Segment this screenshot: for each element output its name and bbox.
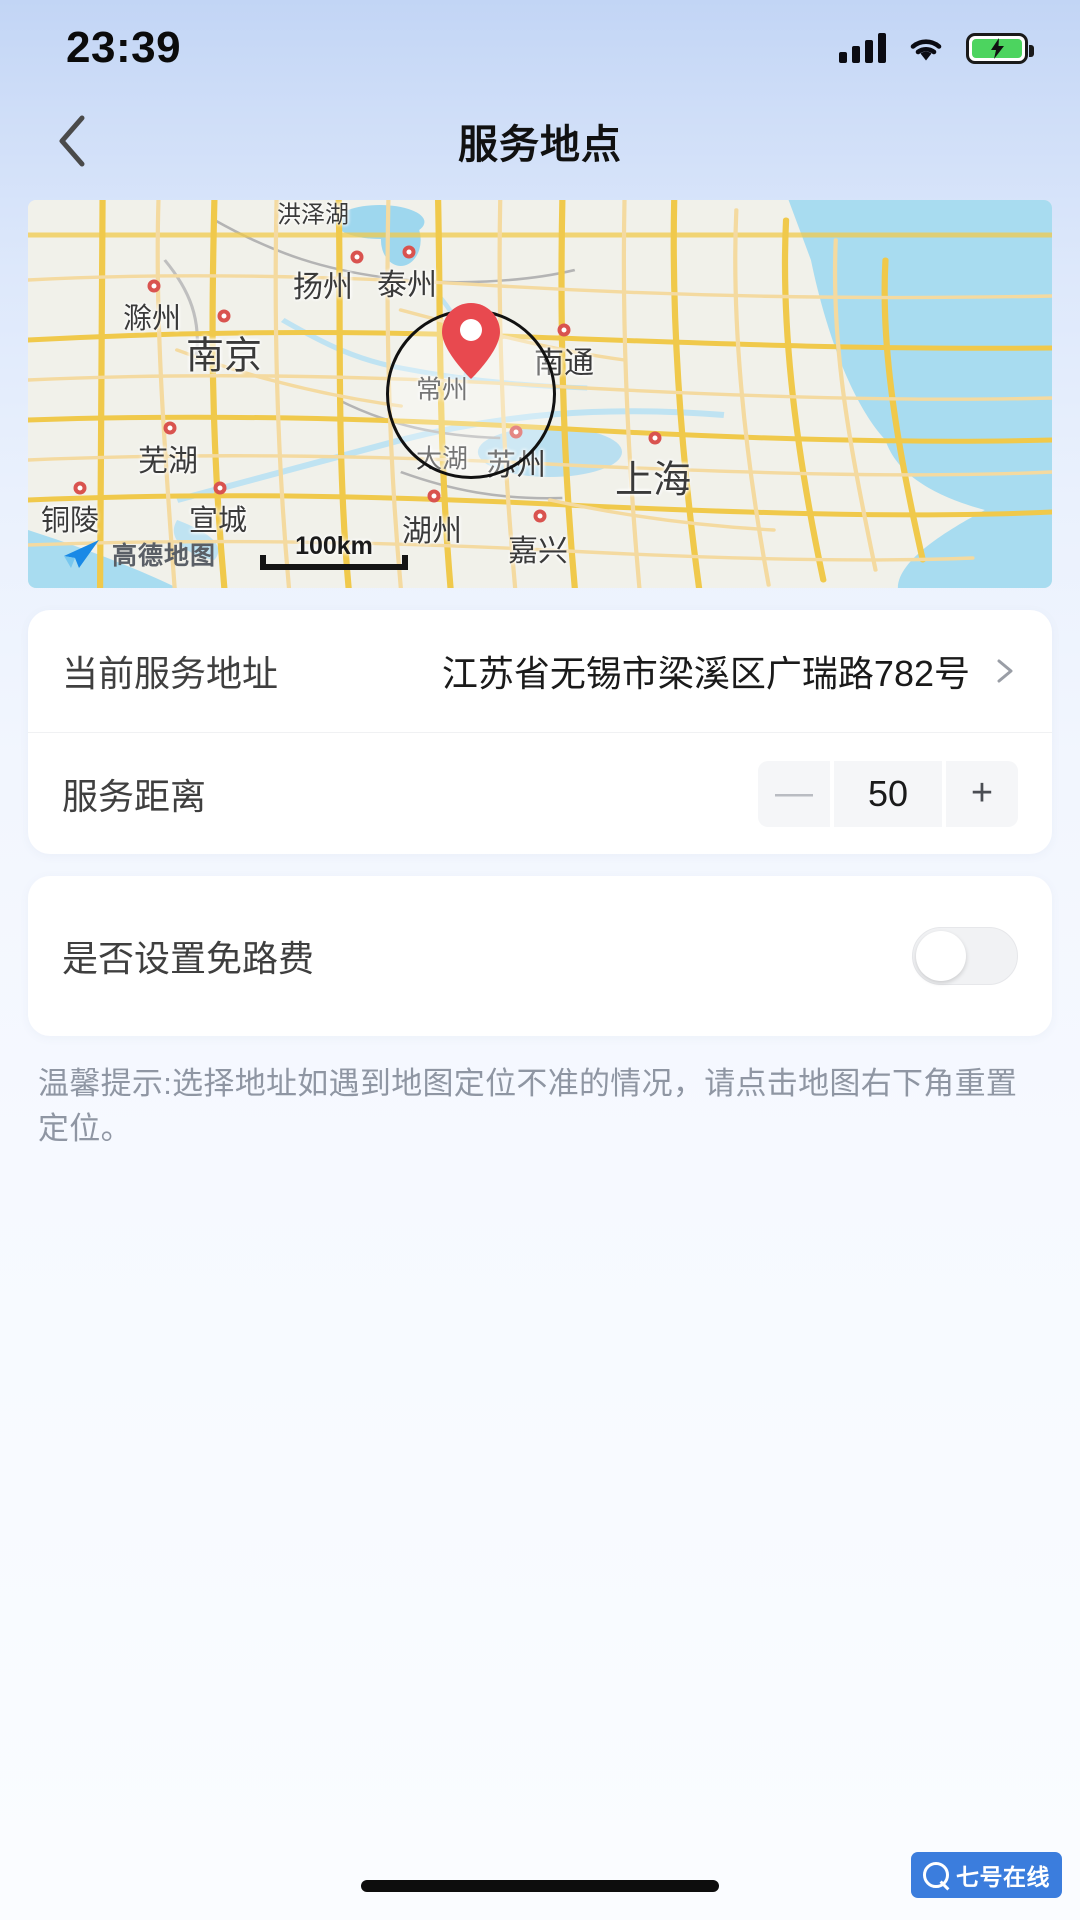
map-city-dot: [73, 481, 87, 495]
navigation-bar: 服务地点: [0, 96, 1080, 186]
current-address-value: 江苏省无锡市梁溪区广瑞路782号: [441, 653, 970, 694]
watermark-text: 七号在线: [956, 1865, 1050, 1891]
map-city-dot: [147, 279, 161, 293]
map-city-dot: [427, 489, 441, 503]
map-city-label: 扬州: [293, 270, 353, 305]
signal-bars-icon: [839, 33, 886, 63]
toll-free-card: 是否设置免路费: [28, 876, 1052, 1036]
map-city-dot: [648, 431, 662, 445]
toggle-knob: [916, 931, 966, 981]
status-bar-icons: [839, 32, 1034, 64]
toll-free-label: 是否设置免路费: [62, 938, 315, 979]
toll-free-row: 是否设置免路费: [28, 876, 1052, 1036]
toll-free-toggle[interactable]: [912, 927, 1018, 985]
distance-stepper: — 50 +: [758, 760, 1018, 827]
amap-arrow-logo-icon: [64, 540, 99, 568]
map-city-label: 泰州: [377, 268, 437, 303]
map-city-label: 铜陵: [40, 503, 100, 537]
current-address-row[interactable]: 当前服务地址 江苏省无锡市梁溪区广瑞路782号: [28, 610, 1052, 732]
status-bar: 23:39: [0, 0, 1080, 96]
map-city-dot: [217, 309, 231, 323]
search-badge-icon: [923, 1862, 949, 1888]
map-city-label: 滁州: [122, 301, 182, 335]
map-city-label: 南京: [185, 333, 263, 378]
location-pin-icon: [440, 301, 502, 386]
map-scale-line: [260, 555, 408, 570]
chevron-right-icon: [997, 659, 1013, 683]
watermark: 七号在线: [911, 1852, 1062, 1898]
distance-value[interactable]: 50: [834, 760, 942, 827]
battery-charging-icon: [966, 32, 1034, 64]
service-settings-card: 当前服务地址 江苏省无锡市梁溪区广瑞路782号 服务距离 — 50 +: [28, 610, 1052, 854]
map-city-label: 芜湖: [138, 444, 198, 479]
service-distance-label: 服务距离: [62, 775, 207, 817]
map-city-dot: [557, 323, 571, 337]
distance-increment-button[interactable]: +: [946, 760, 1018, 827]
wifi-icon: [906, 33, 946, 63]
map-city-dot: [533, 509, 547, 523]
distance-decrement-button[interactable]: —: [758, 760, 830, 827]
amap-name: 高德地图: [112, 541, 217, 570]
map-scale-bar: 100km: [260, 534, 408, 570]
map-city-label: 上海: [614, 457, 692, 502]
map-view[interactable]: 洪泽湖 扬州 泰州 滁州 南京 南通 常州 太湖 苏州 上海 芜湖 铜陵 宣城 湖州 嘉兴 高德地图 100…: [28, 200, 1052, 588]
map-scale-label: 100km: [295, 532, 373, 560]
home-indicator[interactable]: [361, 1880, 719, 1892]
map-city-label: 湖州: [402, 514, 462, 549]
map-city-dot: [163, 421, 177, 435]
service-distance-row: 服务距离 — 50 +: [28, 732, 1052, 854]
tip-text: 温馨提示:选择地址如遇到地图定位不准的情况，请点击地图右下角重置定位。: [38, 1066, 1018, 1146]
map-city-dot: [213, 481, 227, 495]
map-city-dot: [402, 245, 416, 259]
page-title: 服务地点: [458, 123, 622, 167]
map-city-label: 宣城: [188, 503, 248, 537]
map-city-label: 洪泽湖: [277, 200, 349, 229]
current-address-label: 当前服务地址: [62, 653, 279, 694]
amap-attribution: 高德地图: [58, 536, 216, 572]
status-bar-clock: 23:39: [66, 23, 182, 72]
map-city-label: 嘉兴: [508, 534, 568, 569]
